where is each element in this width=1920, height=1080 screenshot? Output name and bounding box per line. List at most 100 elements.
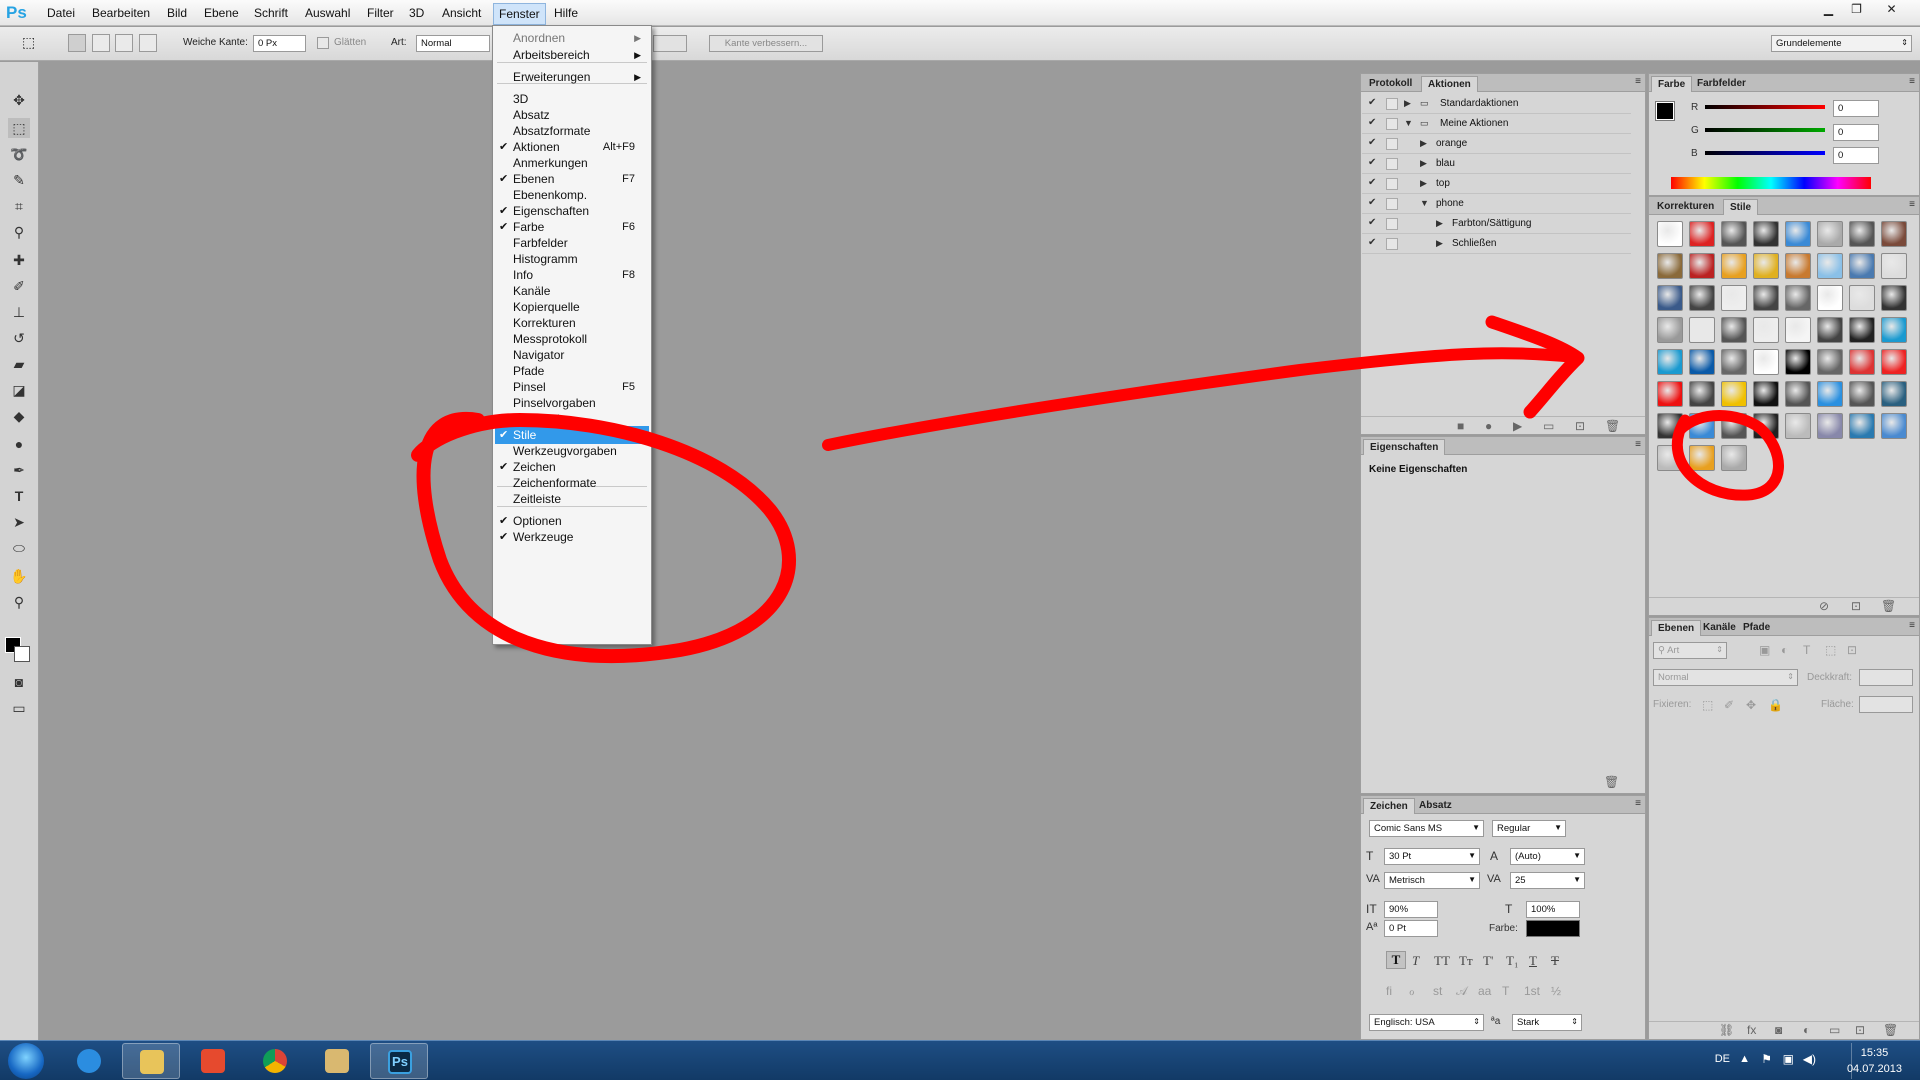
font-size-input[interactable]: 30 Pt ▼ [1384,848,1480,865]
restore-icon[interactable]: ❐ [1843,0,1870,18]
style-swatch[interactable] [1817,381,1843,407]
style-swatch[interactable] [1785,413,1811,439]
smart-object-filter-icon[interactable]: ⊡ [1847,643,1857,657]
system-clock[interactable]: 15:35 04.07.2013 [1847,1045,1902,1077]
style-swatch[interactable] [1817,253,1843,279]
panel-menu-icon[interactable]: ≡ [1909,620,1915,631]
style-swatch[interactable] [1657,413,1683,439]
dialog-toggle-box[interactable] [1386,198,1398,210]
style-swatch[interactable] [1849,253,1875,279]
style-swatch[interactable] [1849,349,1875,375]
mask-icon[interactable]: ◙ [1775,1023,1782,1037]
taskbar-ie[interactable] [60,1043,118,1079]
expand-triangle-icon[interactable]: ▶ [1404,98,1411,109]
leading-input[interactable]: (Auto) ▼ [1510,848,1585,865]
menu-ansicht[interactable]: Ansicht [439,6,484,20]
style-swatch[interactable] [1689,221,1715,247]
play-icon[interactable]: ▶ [1513,419,1522,433]
tab-pfade[interactable]: Pfade [1737,620,1776,636]
new-selection-icon[interactable] [68,34,86,52]
menu-item-anordnen[interactable]: Anordnen ▶ [495,29,649,47]
background-color-icon[interactable] [14,646,30,662]
expand-triangle-icon[interactable]: ▶ [1420,158,1427,169]
height-input[interactable] [653,35,687,52]
style-swatch[interactable] [1689,317,1715,343]
superscript-icon[interactable]: T' [1483,953,1493,969]
style-swatch[interactable] [1881,285,1907,311]
delete-icon[interactable]: 🗑 [1881,599,1896,613]
action-row[interactable]: ✔ ▶ top [1362,174,1631,194]
action-row[interactable]: ✔ ▼ phone [1362,194,1631,214]
style-swatch[interactable] [1657,381,1683,407]
toggle-checkmark-icon[interactable]: ✔ [1368,157,1376,168]
faux-bold-icon[interactable]: T [1386,951,1406,969]
style-swatch[interactable] [1849,381,1875,407]
old-style-icon[interactable]: ℴ [1409,984,1415,998]
channel-b-slider[interactable] [1705,151,1825,155]
delete-icon[interactable]: 🗑 [1604,775,1619,789]
start-button-icon[interactable] [8,1043,44,1079]
dialog-toggle-box[interactable] [1386,238,1398,250]
style-swatch[interactable] [1881,221,1907,247]
panel-menu-icon[interactable]: ≡ [1635,798,1641,809]
style-swatch[interactable] [1721,317,1747,343]
action-row[interactable]: ✔ ▶ orange [1362,134,1631,154]
taskbar-photoshop[interactable]: Ps [370,1043,428,1079]
style-swatch[interactable] [1881,253,1907,279]
healing-brush-icon[interactable]: ✚ [8,250,30,270]
tab-ebenen[interactable]: Ebenen [1651,620,1702,636]
style-swatch[interactable] [1817,317,1843,343]
toggle-checkmark-icon[interactable]: ✔ [1368,97,1376,108]
style-swatch[interactable] [1753,253,1779,279]
kerning-input[interactable]: Metrisch ▼ [1384,872,1480,889]
swash-icon[interactable]: st [1433,984,1442,998]
style-swatch[interactable] [1881,317,1907,343]
workspace-select[interactable]: Grundelemente ⇕ [1771,35,1912,52]
menu-item-arbeitsbereich[interactable]: Arbeitsbereich ▶ [495,46,649,64]
text-color-swatch[interactable] [1526,920,1580,937]
style-swatch[interactable] [1817,349,1843,375]
toggle-checkmark-icon[interactable]: ✔ [1368,237,1376,248]
marquee-tool-icon[interactable]: ⬚ [22,34,35,51]
new-action-icon[interactable]: ⊡ [1575,419,1585,433]
intersect-selection-icon[interactable] [139,34,157,52]
opacity-input[interactable] [1859,669,1913,686]
menu-item-werkzeuge[interactable]: ✔ Werkzeuge [495,528,649,546]
taskbar-files[interactable] [308,1043,366,1079]
marquee-tool-icon[interactable]: ⬚ [8,118,30,138]
style-swatch[interactable] [1721,285,1747,311]
expand-triangle-icon[interactable]: ▶ [1436,218,1443,229]
menu-item-zeitleiste[interactable]: Zeitleiste [495,490,649,508]
tab-absatz[interactable]: Absatz [1413,798,1458,814]
screen-mode-icon[interactable]: ▭ [8,698,30,718]
expand-triangle-icon[interactable]: ▶ [1436,238,1443,249]
ornament-icon[interactable]: T [1502,984,1509,998]
tab-farbfelder[interactable]: Farbfelder [1691,76,1752,92]
flag-icon[interactable]: ⚑ [1761,1052,1772,1066]
style-swatch[interactable] [1657,349,1683,375]
taskbar-chrome[interactable] [246,1043,304,1079]
action-row[interactable]: ✔ ▶ Farbton/Sättigung [1362,214,1631,234]
lock-pixels-icon[interactable]: ✐ [1724,698,1734,712]
add-selection-icon[interactable] [92,34,110,52]
style-swatch[interactable] [1753,349,1779,375]
taskbar-media[interactable] [184,1043,242,1079]
channel-g-input[interactable]: 0 [1833,124,1879,141]
new-set-icon[interactable]: ▭ [1543,419,1554,433]
menu-item-erweiterungen[interactable]: Erweiterungen ▶ [495,68,649,86]
menu-filter[interactable]: Filter [364,6,397,20]
quick-select-tool-icon[interactable]: ✎ [8,170,30,190]
style-swatch[interactable] [1689,349,1715,375]
lock-all-icon[interactable]: 🔒 [1768,698,1783,712]
style-swatch[interactable] [1689,285,1715,311]
tab-kanaele[interactable]: Kanäle [1697,620,1742,636]
style-swatch[interactable] [1881,349,1907,375]
dialog-toggle-box[interactable] [1386,218,1398,230]
toggle-checkmark-icon[interactable]: ✔ [1368,217,1376,228]
style-swatch[interactable] [1753,413,1779,439]
shape-filter-icon[interactable]: ⬚ [1825,643,1836,657]
font-family-select[interactable]: Comic Sans MS ▼ [1369,820,1484,837]
style-swatch[interactable] [1721,381,1747,407]
style-swatch[interactable] [1753,285,1779,311]
clear-style-icon[interactable]: ⊘ [1819,599,1829,613]
